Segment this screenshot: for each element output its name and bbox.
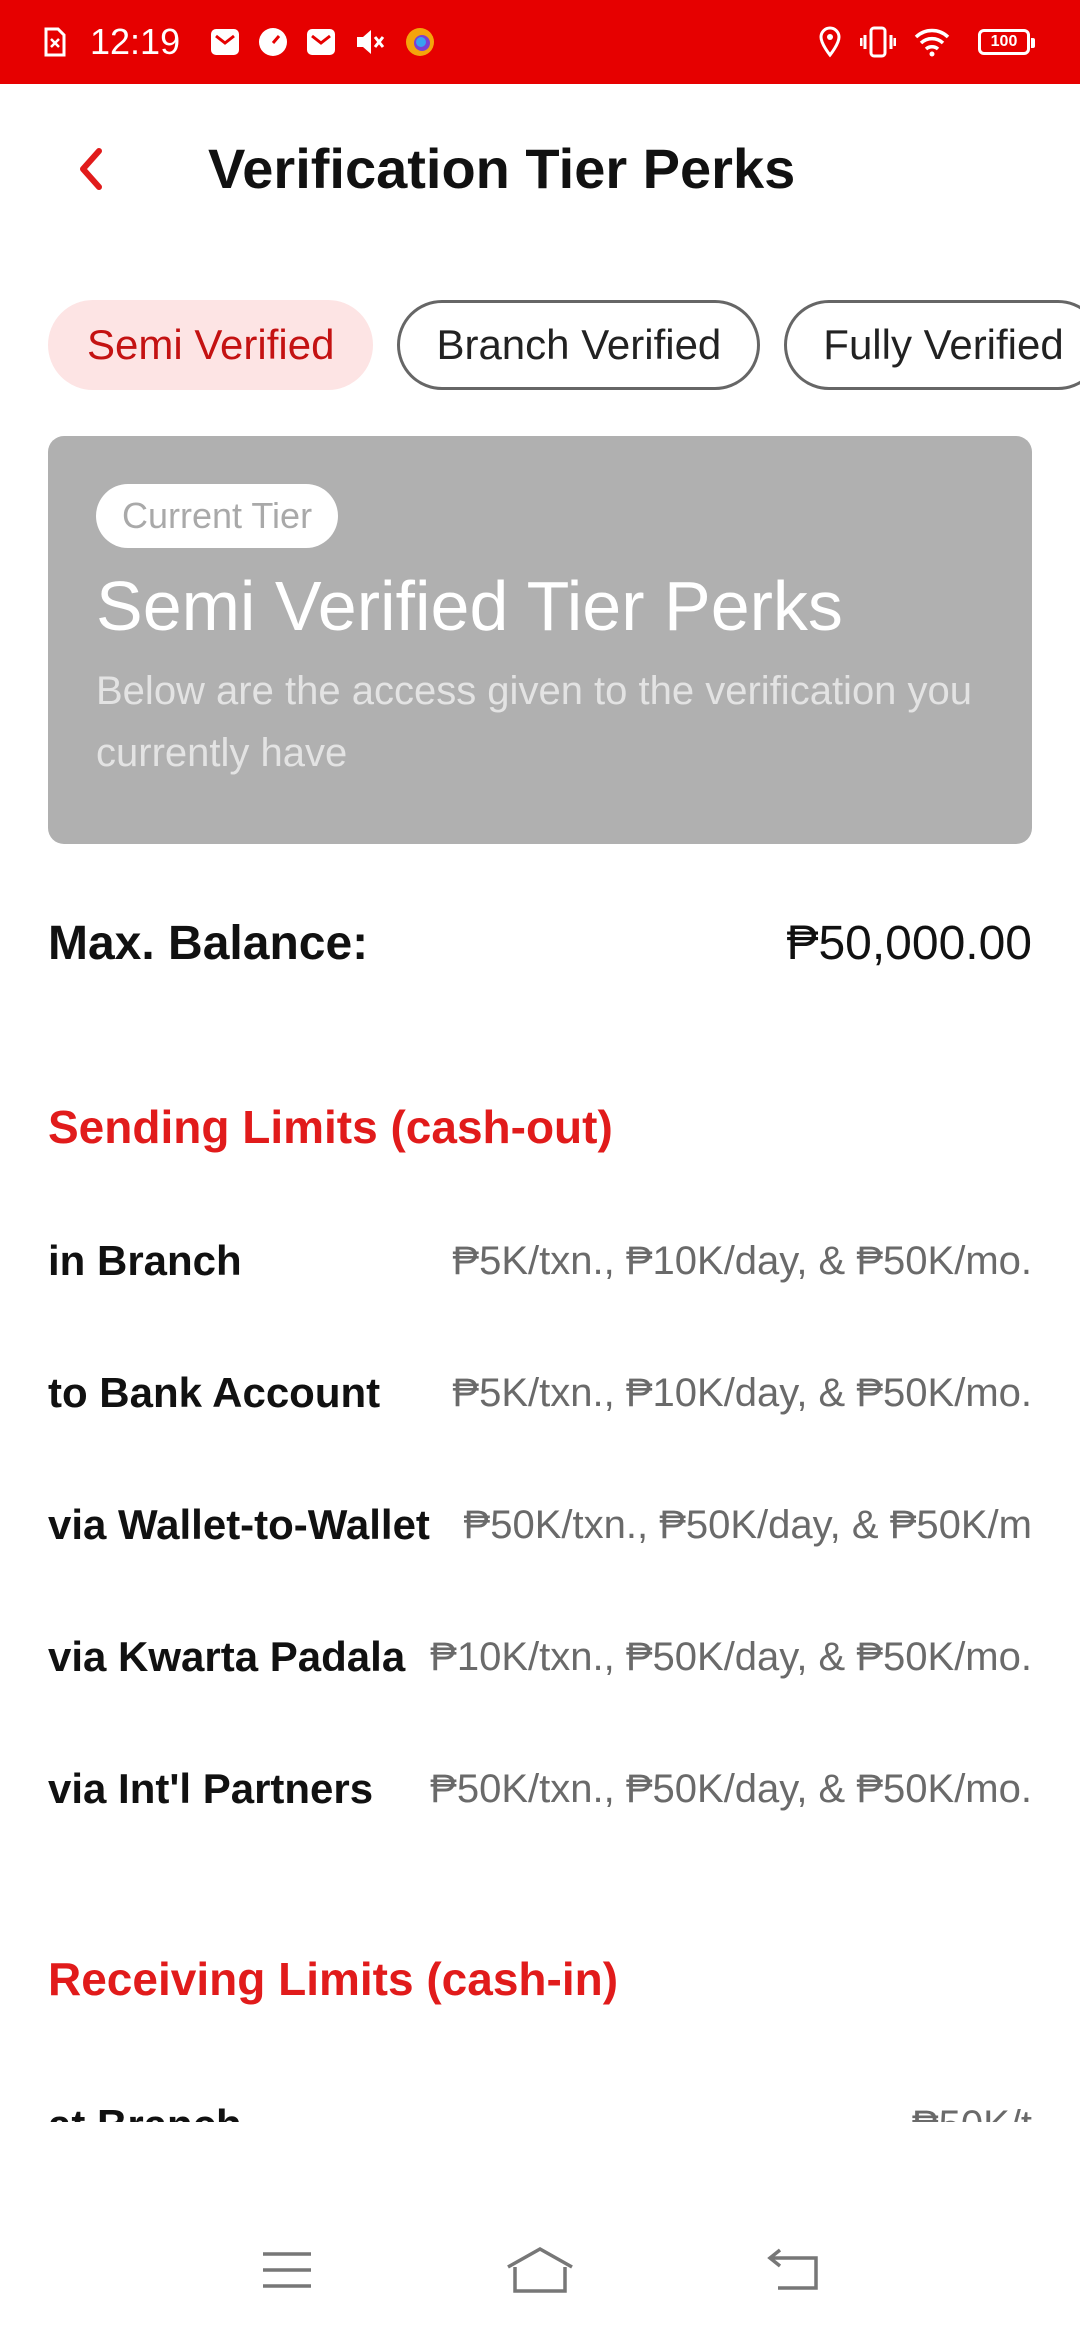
home-icon: [507, 2246, 573, 2293]
limit-row: via Int'l Partners ₱50K/txn., ₱50K/day, …: [48, 1754, 1032, 1824]
tier-tabs: Semi Verified Branch Verified Fully Veri…: [48, 300, 1080, 390]
mute-icon: [354, 27, 386, 57]
limit-label: in Branch: [48, 1237, 242, 1284]
limit-value: ₱5K/txn., ₱10K/day, & ₱50K/mo.: [452, 1238, 1032, 1283]
verification-tier-perks-screen: 12:19 100 Verification Tier Perks Semi V…: [0, 0, 1080, 2340]
limit-value: ₱50K/t: [912, 2103, 1032, 2123]
menu-button[interactable]: [247, 2230, 327, 2310]
limit-label: to Bank Account: [48, 1369, 381, 1416]
max-balance-row: Max. Balance: ₱50,000.00: [48, 908, 1032, 978]
limit-row: via Wallet-to-Wallet ₱50K/txn., ₱50K/day…: [48, 1490, 1032, 1560]
status-bar-right: 100: [818, 26, 1036, 58]
tier-card: Current Tier Semi Verified Tier Perks Be…: [48, 436, 1032, 844]
tier-description: Below are the access given to the verifi…: [96, 669, 973, 775]
limit-row: at Branch ₱50K/t: [48, 2092, 1032, 2122]
mail-icon: [210, 28, 240, 56]
location-icon: [818, 26, 842, 58]
mail-icon-2: [306, 28, 336, 56]
system-nav-bar: [0, 2200, 1080, 2340]
home-button[interactable]: [500, 2230, 580, 2310]
sim-icon: [44, 27, 66, 57]
max-balance-value: ₱50,000.00: [786, 916, 1032, 970]
status-time: 12:19: [90, 21, 181, 62]
page-title: Verification Tier Perks: [208, 137, 796, 200]
back-nav-icon: [767, 2248, 819, 2290]
current-tier-badge: Current Tier: [96, 484, 339, 548]
limit-label: via Kwarta Padala: [48, 1633, 406, 1680]
tab-fully-verified[interactable]: Fully Verified: [784, 300, 1080, 390]
menu-icon: [262, 2252, 311, 2288]
max-balance-label: Max. Balance:: [48, 916, 369, 970]
chevron-left-icon: [80, 148, 102, 190]
limit-label: at Branch: [48, 2101, 242, 2122]
browser-icon: [404, 26, 436, 58]
limit-value: ₱5K/txn., ₱10K/day, & ₱50K/mo.: [452, 1370, 1032, 1415]
vibrate-icon: [860, 26, 896, 58]
tier-title: Semi Verified Tier Perks: [96, 567, 843, 645]
receiving-limits-title: Receiving Limits (cash-in): [48, 1953, 619, 2005]
back-button[interactable]: [60, 134, 120, 204]
limit-label: via Int'l Partners: [48, 1765, 374, 1812]
sending-limits-title: Sending Limits (cash-out): [48, 1101, 613, 1153]
limit-row: in Branch ₱5K/txn., ₱10K/day, & ₱50K/mo.: [48, 1226, 1032, 1296]
tab-branch-verified[interactable]: Branch Verified: [397, 300, 761, 390]
tab-semi-verified[interactable]: Semi Verified: [48, 300, 374, 390]
limit-row: via Kwarta Padala ₱10K/txn., ₱50K/day, &…: [48, 1622, 1032, 1692]
wifi-icon: [914, 27, 950, 57]
limit-value: ₱50K/txn., ₱50K/day, & ₱50K/m: [463, 1502, 1032, 1547]
limit-value: ₱10K/txn., ₱50K/day, & ₱50K/mo.: [430, 1634, 1032, 1679]
app-header: Verification Tier Perks: [0, 84, 1080, 254]
status-bar: 12:19 100: [0, 0, 1080, 84]
limit-row: to Bank Account ₱5K/txn., ₱10K/day, & ₱5…: [48, 1358, 1032, 1428]
speedometer-icon: [258, 27, 288, 57]
battery-icon: 100: [978, 29, 1035, 55]
status-bar-left: 12:19: [44, 21, 436, 63]
limit-label: via Wallet-to-Wallet: [48, 1501, 430, 1548]
limit-value: ₱50K/txn., ₱50K/day, & ₱50K/mo.: [430, 1766, 1032, 1811]
back-nav-button[interactable]: [753, 2230, 833, 2310]
